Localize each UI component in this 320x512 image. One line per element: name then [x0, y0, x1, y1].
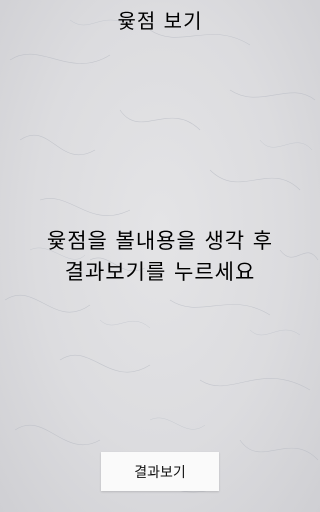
- page-title: 윷점 보기: [117, 9, 203, 33]
- view-result-button[interactable]: 결과보기: [101, 452, 219, 491]
- instruction-line-2: 결과보기를 누르세요: [64, 260, 256, 284]
- instruction-text: 윷점을 볼내용을 생각 후 결과보기를 누르세요: [0, 226, 320, 288]
- instruction-line-1: 윷점을 볼내용을 생각 후: [46, 229, 274, 253]
